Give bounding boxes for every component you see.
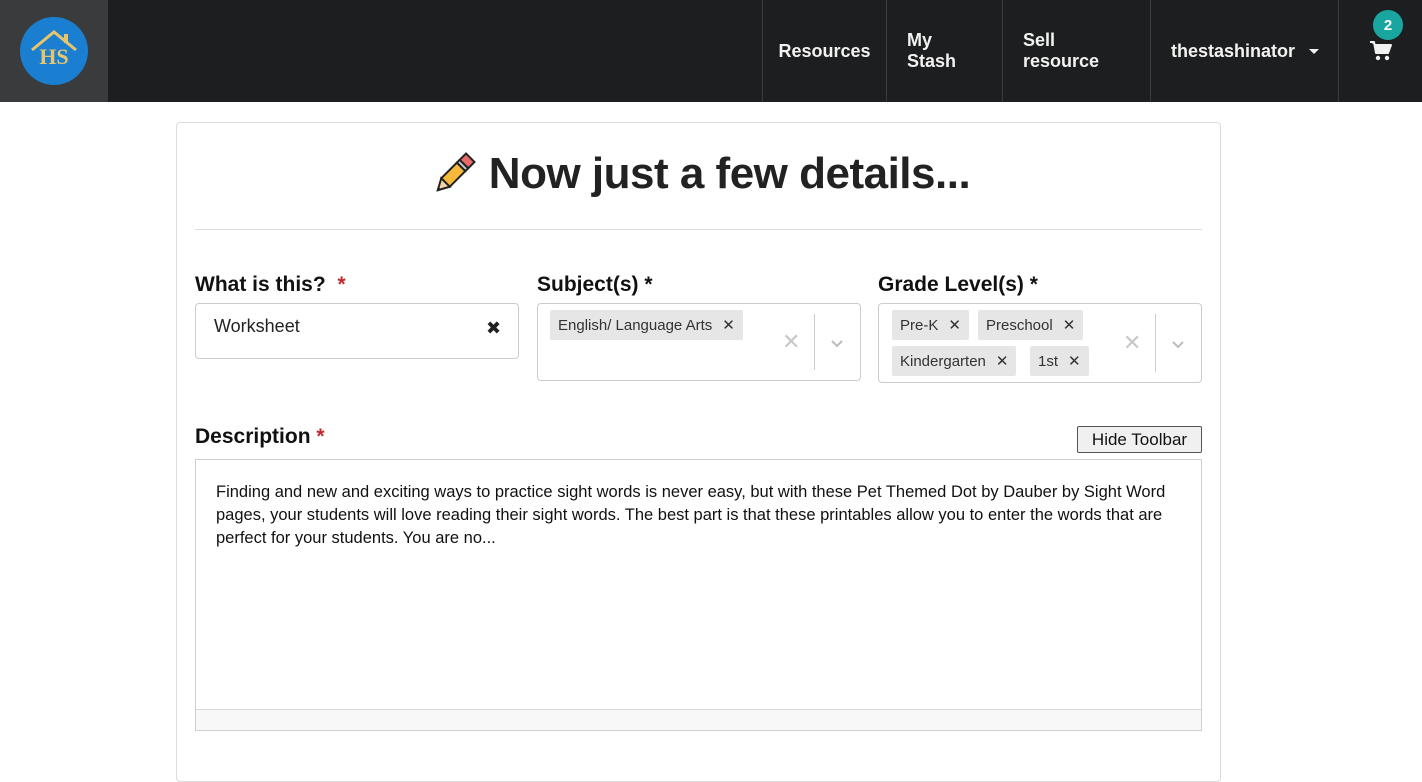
- type-select[interactable]: Worksheet ✖: [195, 303, 519, 359]
- description-editor[interactable]: Finding and new and exciting ways to pra…: [195, 459, 1202, 731]
- type-label: What is this? *: [195, 273, 346, 296]
- user-menu[interactable]: thestashinator: [1150, 0, 1338, 102]
- grades-label: Grade Level(s) *: [878, 273, 1038, 296]
- details-form-card: Now just a few details... What is this? …: [176, 122, 1221, 782]
- logo-text: HS: [39, 44, 68, 69]
- remove-chip-icon[interactable]: ✕: [1063, 316, 1076, 334]
- grade-chip-kindergarten: Kindergarten ✕: [892, 346, 1017, 376]
- grade-chip-preschool: Preschool ✕: [978, 310, 1084, 340]
- indicator-separator: [1155, 314, 1156, 372]
- description-label: Description *: [195, 425, 325, 448]
- grade-chip-1st: 1st ✕: [1030, 346, 1089, 376]
- nav-sell-resource[interactable]: Sell resource: [1002, 0, 1150, 102]
- username: thestashinator: [1171, 40, 1296, 61]
- page-title-text: Now just a few details...: [488, 149, 971, 198]
- editor-status-bar: [196, 709, 1201, 730]
- page-title: Now just a few details...: [177, 149, 1222, 199]
- grade-chip-pre-k: Pre-K ✕: [892, 310, 969, 340]
- subject-chip: English/ Language Arts ✕: [550, 310, 743, 340]
- caret-down-icon: [1309, 48, 1320, 54]
- hide-toolbar-button[interactable]: Hide Toolbar: [1077, 426, 1202, 453]
- remove-chip-icon[interactable]: ✕: [996, 352, 1009, 370]
- grades-multiselect[interactable]: Pre-K ✕ Preschool ✕ Kindergarten ✕ 1st ✕…: [878, 303, 1202, 383]
- clear-grades-icon[interactable]: ✕: [1123, 330, 1141, 356]
- clear-subjects-icon[interactable]: ✕: [782, 329, 800, 355]
- subjects-multiselect[interactable]: English/ Language Arts ✕ ✕: [537, 303, 861, 381]
- required-mark: *: [337, 273, 346, 296]
- nav-my-stash[interactable]: My Stash: [886, 0, 1002, 102]
- required-mark: *: [644, 273, 653, 296]
- cart-button[interactable]: 2: [1338, 0, 1422, 102]
- chevron-down-icon[interactable]: [831, 337, 843, 349]
- nav-resources[interactable]: Resources: [762, 0, 886, 102]
- subjects-label: Subject(s) *: [537, 273, 653, 296]
- shopping-cart-icon: [1369, 41, 1392, 61]
- description-text: Finding and new and exciting ways to pra…: [216, 483, 1166, 547]
- site-logo: HS: [20, 17, 88, 85]
- required-mark: *: [1029, 273, 1038, 296]
- remove-chip-icon[interactable]: ✕: [948, 316, 961, 334]
- chevron-down-icon[interactable]: [1172, 338, 1184, 350]
- clear-type-icon[interactable]: ✖: [486, 318, 501, 339]
- required-mark: *: [316, 425, 325, 448]
- divider: [195, 229, 1202, 230]
- cart-count-badge: 2: [1373, 10, 1403, 40]
- pencil-icon: [436, 152, 476, 192]
- remove-chip-icon[interactable]: ✕: [1068, 352, 1081, 370]
- remove-chip-icon[interactable]: ✕: [722, 316, 735, 334]
- house-logo-icon: HS: [31, 30, 77, 69]
- logo-link[interactable]: HS: [0, 0, 108, 102]
- top-navbar: HS Resources My Stash Sell resource thes…: [0, 0, 1422, 102]
- indicator-separator: [814, 314, 815, 370]
- type-select-value: Worksheet: [214, 316, 300, 336]
